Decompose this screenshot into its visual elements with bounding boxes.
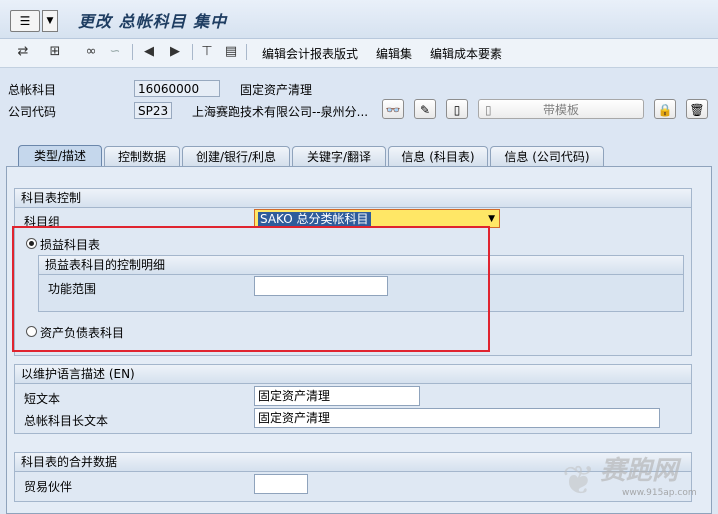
long-text-input[interactable]: 固定资产清理: [254, 408, 660, 428]
account-group-value: SAKO 总分类帐科目: [258, 212, 371, 226]
tab-keyword-translation[interactable]: 关键字/翻译: [292, 146, 386, 166]
coa-control-title: 科目表控制: [15, 189, 691, 208]
edit-set-button[interactable]: 编辑集: [376, 45, 412, 62]
new-document-icon[interactable]: ▯: [446, 99, 468, 119]
title-bar: ☰ ▼ 更改 总帐科目 集中: [0, 0, 718, 39]
with-template-button[interactable]: ▯ 带模板: [478, 99, 644, 119]
tab-info-chart-of-accounts[interactable]: 信息 (科目表): [388, 146, 488, 166]
edit-fs-version-button[interactable]: 编辑会计报表版式: [262, 45, 358, 62]
tab-create-bank-interest[interactable]: 创建/银行/利息: [182, 146, 290, 166]
template-icon: ▯: [485, 103, 492, 117]
watermark-text: 赛跑网: [600, 456, 679, 486]
link-icon[interactable]: ∞: [82, 43, 100, 61]
highlight-frame: [12, 226, 490, 352]
watermark-logo-icon: ❦: [562, 458, 596, 504]
tab-control-data[interactable]: 控制数据: [104, 146, 180, 166]
tab-info-company-code[interactable]: 信息 (公司代码): [490, 146, 604, 166]
trading-partner-label: 贸易伙伴: [24, 480, 73, 494]
description-title: 以维护语言描述 (EN): [15, 365, 691, 384]
company-code-field[interactable]: SP23: [134, 102, 172, 119]
short-text-label: 短文本: [24, 392, 61, 406]
page-title: 更改 总帐科目 集中: [78, 12, 228, 31]
gl-account-label: 总帐科目: [8, 83, 57, 97]
menu-icon[interactable]: ☰: [10, 10, 40, 32]
next-icon[interactable]: ▶: [166, 43, 184, 61]
company-code-description: 上海赛跑技术有限公司--泉州分...: [192, 105, 369, 119]
glasses-icon[interactable]: 👓: [382, 99, 404, 119]
document-icon[interactable]: ▤: [222, 43, 240, 61]
watermark-url: www.915ap.com: [622, 488, 697, 498]
gl-account-field[interactable]: 16060000: [134, 80, 220, 97]
application-toolbar: ⇄ ⊞ ∞ ∽ ◀ ▶ ⊤ ▤ 编辑会计报表版式 编辑集 编辑成本要素: [0, 39, 718, 68]
unlink-icon[interactable]: ∽: [106, 43, 124, 61]
trading-partner-input[interactable]: [254, 474, 308, 494]
gl-account-description: 固定资产清理: [240, 83, 313, 97]
trash-icon[interactable]: 🗑: [686, 99, 708, 119]
filter-icon[interactable]: ⊤: [198, 43, 216, 61]
pencil-icon[interactable]: ✎: [414, 99, 436, 119]
previous-icon[interactable]: ◀: [140, 43, 158, 61]
switch-icon[interactable]: ⇄: [14, 43, 32, 61]
short-text-input[interactable]: 固定资产清理: [254, 386, 420, 406]
tab-type-description[interactable]: 类型/描述: [18, 145, 102, 167]
long-text-label: 总帐科目长文本: [24, 414, 109, 428]
edit-cost-element-button[interactable]: 编辑成本要素: [430, 45, 502, 62]
company-code-label: 公司代码: [8, 105, 57, 119]
hierarchy-icon[interactable]: ⊞: [46, 43, 64, 61]
with-template-label: 带模板: [542, 103, 579, 117]
lock-icon[interactable]: 🔒: [654, 99, 676, 119]
chevron-down-icon[interactable]: ▼: [42, 10, 58, 32]
